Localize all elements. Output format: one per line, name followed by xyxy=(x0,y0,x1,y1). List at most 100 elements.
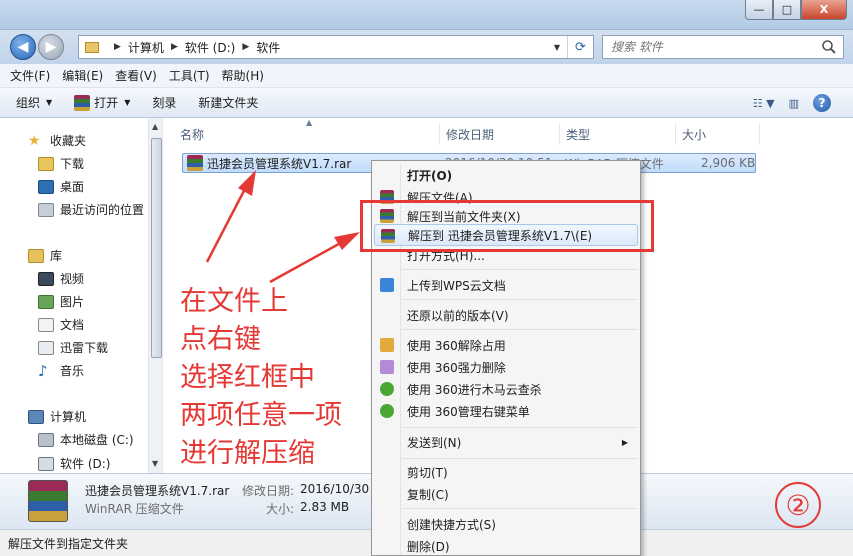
column-size[interactable]: 大小 xyxy=(676,123,760,145)
library-icon xyxy=(28,248,44,263)
help-icon[interactable]: ? xyxy=(813,94,831,112)
menu-item-copy[interactable]: 复制(C) xyxy=(374,483,638,505)
menu-item-360-scan[interactable]: 使用 360进行木马云查杀 xyxy=(374,378,638,400)
annotation-line: 选择红框中 xyxy=(180,362,315,393)
nav-label: 收藏夹 xyxy=(50,134,87,148)
thunder-folder-icon xyxy=(38,340,54,355)
open-button[interactable]: 打开 ▼ xyxy=(74,94,130,111)
menu-label: 上传到WPS云文档 xyxy=(407,278,506,293)
menu-tools[interactable]: 工具(T) xyxy=(169,67,210,84)
menu-file[interactable]: 文件(F) xyxy=(10,67,50,84)
nav-item-videos[interactable]: 视频 xyxy=(38,270,84,287)
menu-item-restore-versions[interactable]: 还原以前的版本(V) xyxy=(374,304,638,326)
menu-label: 发送到(N) xyxy=(407,435,462,450)
file-size: 2,906 KB xyxy=(701,156,756,170)
menu-item-upload-wps[interactable]: 上传到WPS云文档 xyxy=(374,274,638,296)
nav-item-thunder[interactable]: 迅雷下载 xyxy=(38,339,108,356)
video-icon xyxy=(38,271,54,286)
nav-computer[interactable]: 计算机 xyxy=(28,408,86,425)
organize-button[interactable]: 组织 ▼ xyxy=(16,94,52,111)
menu-item-360-manage-menu[interactable]: 使用 360管理右键菜单 xyxy=(374,400,638,422)
breadcrumb: ▶ 计算机 ▶ 软件 (D:) ▶ 软件 xyxy=(107,39,280,56)
nav-item-desktop[interactable]: 桌面 xyxy=(38,178,84,195)
nav-item-drive-c[interactable]: 本地磁盘 (C:) xyxy=(38,431,134,448)
new-folder-button[interactable]: 新建文件夹 xyxy=(198,94,258,111)
menu-item-delete[interactable]: 删除(D) xyxy=(374,535,638,556)
nav-item-drive-d[interactable]: 软件 (D:) xyxy=(38,455,110,472)
preview-pane-icon[interactable]: ▥ xyxy=(789,97,799,110)
menu-help[interactable]: 帮助(H) xyxy=(222,67,264,84)
scroll-down-icon[interactable]: ▼ xyxy=(152,459,158,468)
nav-item-documents[interactable]: 文档 xyxy=(38,316,84,333)
address-bar[interactable]: ▶ 计算机 ▶ 软件 (D:) ▶ 软件 ▼ ⟳ xyxy=(78,35,594,59)
view-controls: ☷ ▼ ▥ ? xyxy=(753,88,853,118)
nav-item-pictures[interactable]: 图片 xyxy=(38,293,84,310)
menu-view[interactable]: 查看(V) xyxy=(115,67,157,84)
document-icon xyxy=(38,317,54,332)
column-type[interactable]: 类型 xyxy=(560,123,676,145)
menu-label: 复制(C) xyxy=(407,487,449,502)
nav-label: 软件 (D:) xyxy=(60,457,111,471)
menu-label: 创建快捷方式(S) xyxy=(407,517,496,532)
nav-label: 音乐 xyxy=(60,364,85,378)
folder-icon xyxy=(85,41,99,53)
minimize-button[interactable]: — xyxy=(745,0,773,20)
chevron-right-icon: ▶ xyxy=(621,437,628,447)
menu-separator xyxy=(402,508,638,509)
menu-item-open[interactable]: 打开(O) xyxy=(374,164,638,186)
nav-scrollbar[interactable]: ▲ ▼ xyxy=(148,118,162,473)
search-icon[interactable] xyxy=(821,39,837,55)
recent-places-icon xyxy=(38,202,54,217)
chevron-down-icon: ▼ xyxy=(124,98,131,107)
close-button[interactable]: X xyxy=(801,0,847,20)
360-shred-icon xyxy=(380,360,394,374)
refresh-icon[interactable]: ⟳ xyxy=(567,36,593,58)
menu-edit[interactable]: 编辑(E) xyxy=(62,67,103,84)
chevron-right-icon[interactable]: ▶ xyxy=(171,42,178,52)
nav-favorites[interactable]: ★ 收藏夹 xyxy=(28,132,86,149)
navigation-pane: ★ 收藏夹 下载 桌面 最近访问的位置 库 视频 图片 文档 迅雷下载 ♪ 音乐… xyxy=(0,118,163,473)
nav-label: 文档 xyxy=(60,318,85,332)
menu-item-360-force-delete[interactable]: 使用 360强力删除 xyxy=(374,356,638,378)
annotation-line: 在文件上 xyxy=(180,286,288,317)
menu-label: 使用 360强力删除 xyxy=(407,360,506,375)
burn-button[interactable]: 刻录 xyxy=(152,94,176,111)
nav-item-downloads[interactable]: 下载 xyxy=(38,155,84,172)
column-date[interactable]: 修改日期 xyxy=(440,123,560,145)
breadcrumb-drive-d[interactable]: 软件 (D:) xyxy=(185,39,235,56)
nav-item-music[interactable]: ♪ 音乐 xyxy=(38,362,84,379)
nav-library[interactable]: 库 xyxy=(28,247,62,264)
sort-indicator-icon: ▲ xyxy=(306,118,313,127)
scroll-up-icon[interactable]: ▲ xyxy=(152,122,158,131)
nav-item-recent[interactable]: 最近访问的位置 xyxy=(38,201,144,218)
annotation-line: 两项任意一项 xyxy=(180,400,342,431)
maximize-button[interactable]: □ xyxy=(773,0,801,20)
view-options-icon[interactable]: ☷ ▼ xyxy=(753,97,775,110)
chevron-down-icon[interactable]: ▼ xyxy=(549,36,565,58)
menu-item-send-to[interactable]: 发送到(N) ▶ xyxy=(374,431,638,453)
menu-separator xyxy=(402,299,638,300)
nav-label: 下载 xyxy=(60,157,85,171)
breadcrumb-software[interactable]: 软件 xyxy=(256,39,280,56)
menu-label: 剪切(T) xyxy=(407,465,448,480)
search-box[interactable] xyxy=(602,35,844,59)
breadcrumb-computer[interactable]: 计算机 xyxy=(128,39,164,56)
menu-item-360-unlock[interactable]: 使用 360解除占用 xyxy=(374,334,638,356)
forward-button[interactable]: ▶ xyxy=(38,34,64,60)
picture-icon xyxy=(38,294,54,309)
menu-item-cut[interactable]: 剪切(T) xyxy=(374,461,638,483)
star-icon: ★ xyxy=(28,132,41,149)
chevron-right-icon[interactable]: ▶ xyxy=(242,42,249,52)
title-bar: — □ X xyxy=(0,0,853,30)
menu-label: 使用 360管理右键菜单 xyxy=(407,404,530,419)
menu-item-create-shortcut[interactable]: 创建快捷方式(S) xyxy=(374,513,638,535)
search-input[interactable] xyxy=(603,36,813,58)
back-button[interactable]: ◀ xyxy=(10,34,36,60)
scroll-thumb[interactable] xyxy=(151,138,162,358)
burn-label: 刻录 xyxy=(152,96,177,110)
menu-bar: 文件(F) 编辑(E) 查看(V) 工具(T) 帮助(H) xyxy=(0,64,853,88)
nav-label: 迅雷下载 xyxy=(60,341,109,355)
nav-label: 图片 xyxy=(60,295,85,309)
winrar-large-icon xyxy=(28,480,68,522)
chevron-right-icon[interactable]: ▶ xyxy=(114,42,121,52)
